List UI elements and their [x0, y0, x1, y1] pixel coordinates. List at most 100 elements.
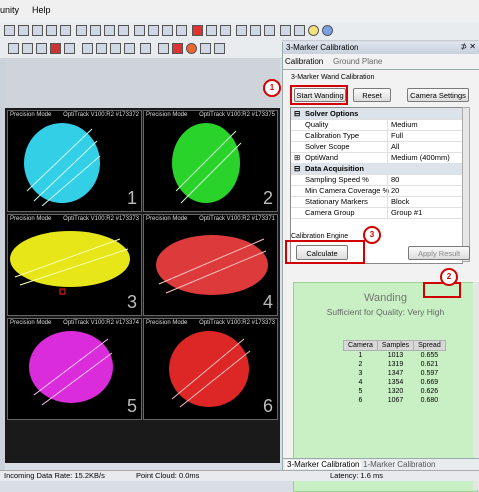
- camera-settings-button[interactable]: Camera Settings: [407, 88, 469, 102]
- camera-icon[interactable]: [134, 25, 145, 36]
- table-row: 6 1067 0.680: [358, 397, 439, 404]
- grid-icon[interactable]: [46, 25, 57, 36]
- table-row: 3 1347 0.597: [358, 370, 439, 377]
- viewport-number: 1: [126, 188, 137, 208]
- monitor-icon[interactable]: [236, 25, 247, 36]
- link-icon[interactable]: [264, 25, 275, 36]
- viewport-number: 2: [262, 188, 273, 208]
- panel-title: 3-Marker Calibration: [286, 43, 359, 52]
- mode-object-icon[interactable]: [96, 43, 107, 54]
- list-icon[interactable]: [60, 25, 71, 36]
- viewport-mode: Precision Mode: [146, 112, 188, 118]
- pin-icon[interactable]: [8, 43, 19, 54]
- open-icon[interactable]: [4, 25, 15, 36]
- clear-icon[interactable]: [214, 43, 225, 54]
- main-toolbar: [0, 22, 479, 41]
- layout-icon[interactable]: [76, 25, 87, 36]
- view-icon[interactable]: [118, 25, 129, 36]
- shield-icon[interactable]: [200, 43, 211, 54]
- viewport-camera: OptiTrack V100:R2 #173372: [63, 112, 139, 118]
- mode-precision-icon[interactable]: [124, 43, 135, 54]
- camera-view-grid: Precision Mode OptiTrack V100:R2 #173372 …: [5, 108, 280, 463]
- annotation-marker: 1: [263, 79, 281, 97]
- marker-cloud: [172, 123, 242, 204]
- mode-segment-icon[interactable]: [110, 43, 121, 54]
- tiles-icon[interactable]: [22, 43, 33, 54]
- viewport-mode: Precision Mode: [10, 320, 52, 326]
- preview-icon[interactable]: [176, 25, 187, 36]
- camera-viewport-4[interactable]: Precision Mode OptiTrack V100:R2 #173371 …: [143, 214, 278, 316]
- incoming-data-rate: Incoming Data Rate: 15.2KB/s: [4, 471, 105, 480]
- tab-ground-plane[interactable]: Ground Plane: [333, 57, 382, 66]
- camera-viewport-6[interactable]: Precision Mode OptiTrack V100:R2 #173373 …: [143, 318, 278, 420]
- status-bar: Incoming Data Rate: 15.2KB/s Point Cloud…: [0, 470, 479, 481]
- tools-icon[interactable]: [162, 25, 173, 36]
- viewport-number: 6: [262, 396, 273, 416]
- camera-viewport-5[interactable]: Precision Mode OptiTrack V100:R2 #173374 …: [7, 318, 142, 420]
- table-row: 1 1013 0.655: [358, 352, 439, 359]
- settings-icon[interactable]: [206, 25, 217, 36]
- markers-icon[interactable]: [36, 43, 47, 54]
- pin-close-icon[interactable]: ⊅ ✕: [460, 42, 476, 51]
- window-icon[interactable]: [90, 25, 101, 36]
- lightbulb-icon[interactable]: [308, 25, 319, 36]
- target-icon[interactable]: [186, 43, 197, 54]
- latency: Latency: 1.6 ms: [330, 471, 383, 480]
- save-icon[interactable]: [18, 25, 29, 36]
- record-icon[interactable]: [192, 25, 203, 36]
- tab-3-marker-calibration[interactable]: 3-Marker Calibration: [285, 460, 362, 469]
- annotation-marker: 2: [440, 268, 458, 286]
- help-icon[interactable]: [322, 25, 333, 36]
- mask-icon[interactable]: [50, 43, 61, 54]
- network-icon[interactable]: [250, 25, 261, 36]
- record-mask-icon[interactable]: [172, 43, 183, 54]
- reset-button[interactable]: Reset: [353, 88, 391, 102]
- viewport-number: 3: [126, 292, 137, 312]
- refresh-icon[interactable]: [294, 25, 305, 36]
- camera-viewport-1[interactable]: Precision Mode OptiTrack V100:R2 #173372 …: [7, 110, 142, 212]
- apply-result-button[interactable]: Apply Result: [408, 246, 470, 260]
- viewport-camera: OptiTrack V100:R2 #173373: [63, 216, 139, 222]
- panel-icon[interactable]: [104, 25, 115, 36]
- point-cloud-time: Point Cloud: 0.0ms: [136, 471, 200, 480]
- table-row: 5 1320 0.626: [358, 388, 439, 395]
- sync-icon[interactable]: [220, 25, 231, 36]
- frame-rate-icon[interactable]: [64, 43, 75, 54]
- calculate-highlight: [285, 240, 365, 264]
- camera-samples-table: Camera Samples Spread 1 1013 0.655 2 1319 0.…: [343, 340, 446, 405]
- quality-line: Sufficient for Quality: Very High: [294, 307, 477, 317]
- property-row[interactable]: Camera Group Group #1: [291, 207, 462, 219]
- menu-item-community[interactable]: unity: [0, 5, 19, 15]
- camera-viewport-3[interactable]: Precision Mode OptiTrack V100:R2 #173373 …: [7, 214, 142, 316]
- mode-gray-icon[interactable]: [82, 43, 93, 54]
- panel-title-bar: 3-Marker Calibration ⊅ ✕: [283, 42, 479, 54]
- viewport-camera: OptiTrack V100:R2 #173375: [199, 112, 275, 118]
- column-header: Samples: [376, 340, 415, 351]
- table-row: 2 1319 0.621: [358, 361, 439, 368]
- engine-label: Calibration Engine: [291, 233, 349, 240]
- tab-1-marker-calibration[interactable]: 1-Marker Calibration: [363, 460, 435, 469]
- column-header: Spread: [413, 340, 446, 351]
- cut-icon[interactable]: [32, 25, 43, 36]
- viewport-number: 4: [262, 292, 273, 312]
- view-toolbar: [0, 40, 282, 59]
- menu-bar: unity Help: [0, 0, 479, 22]
- viewport-mode: Precision Mode: [146, 216, 188, 222]
- menu-item-help[interactable]: Help: [32, 5, 51, 15]
- table-header-row: Camera Samples Spread: [343, 340, 446, 351]
- zoom-icon[interactable]: [140, 43, 151, 54]
- viewport-camera: OptiTrack V100:R2 #173374: [63, 320, 139, 326]
- viewport-camera: OptiTrack V100:R2 #173373: [199, 320, 275, 326]
- table-row: 4 1354 0.669: [358, 379, 439, 386]
- section-label: 3-Marker Wand Calibration: [291, 74, 375, 81]
- table-icon[interactable]: [280, 25, 291, 36]
- tab-calibration[interactable]: Calibration: [285, 57, 323, 66]
- marker-cloud: [29, 331, 113, 406]
- camera-viewport-2[interactable]: Precision Mode OptiTrack V100:R2 #173375 …: [143, 110, 278, 212]
- viewport-number: 5: [126, 396, 137, 416]
- quality-prefix: Sufficient for Quality:: [326, 307, 406, 317]
- viewport-header-area: [5, 58, 280, 108]
- grid-scrollbar[interactable]: [462, 107, 470, 262]
- frame-icon[interactable]: [148, 25, 159, 36]
- pencil-icon[interactable]: [158, 43, 169, 54]
